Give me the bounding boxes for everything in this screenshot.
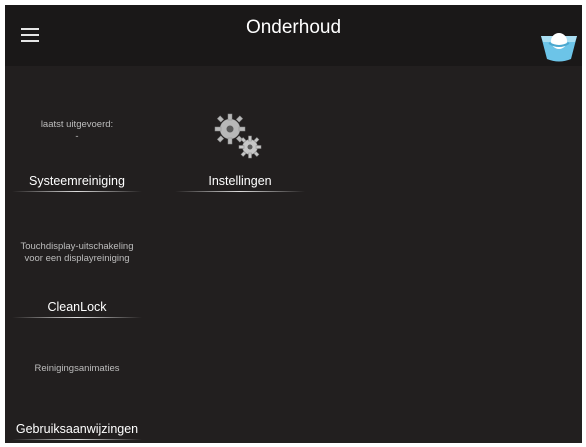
tile-label-instellingen: Instellingen bbox=[208, 174, 272, 188]
tile-label-systeemreiniging: Systeemreiniging bbox=[29, 174, 125, 188]
gears-icon bbox=[214, 113, 262, 159]
tile-instellingen[interactable]: Instellingen bbox=[170, 105, 310, 195]
tile-underline bbox=[12, 191, 142, 192]
tile-cleanlock[interactable]: Touchdisplay-uitschakeling voor een disp… bbox=[5, 235, 150, 320]
reinigingsanimaties-caption: Reinigingsanimaties bbox=[34, 363, 120, 374]
tile-systeemreiniging[interactable]: laatst uitgevoerd: - Systeemreiniging bbox=[5, 113, 150, 193]
tile-underline bbox=[175, 191, 305, 192]
header-bar: Onderhoud bbox=[5, 5, 582, 66]
tile-underline bbox=[12, 317, 142, 318]
tile-gebruiksaanwijzingen[interactable]: Gebruiksaanwijzingen bbox=[5, 415, 150, 443]
tile-reinigingsanimaties[interactable]: Reinigingsanimaties bbox=[5, 355, 150, 385]
bowl-icon[interactable] bbox=[539, 31, 579, 63]
maintenance-screen: Onderhoud laatst uitgevoerd: - Systeemre… bbox=[5, 5, 582, 443]
tile-underline bbox=[12, 439, 142, 440]
page-title: Onderhoud bbox=[245, 17, 342, 38]
last-performed-label: laatst uitgevoerd: bbox=[40, 119, 114, 130]
tile-label-gebruiksaanwijzingen: Gebruiksaanwijzingen bbox=[15, 422, 139, 436]
cleanlock-description-line-2: voor een displayreiniging bbox=[24, 253, 130, 264]
last-performed-value: - bbox=[75, 131, 79, 142]
cleanlock-description-line-1: Touchdisplay-uitschakeling bbox=[20, 241, 134, 252]
tile-label-cleanlock: CleanLock bbox=[47, 300, 107, 314]
